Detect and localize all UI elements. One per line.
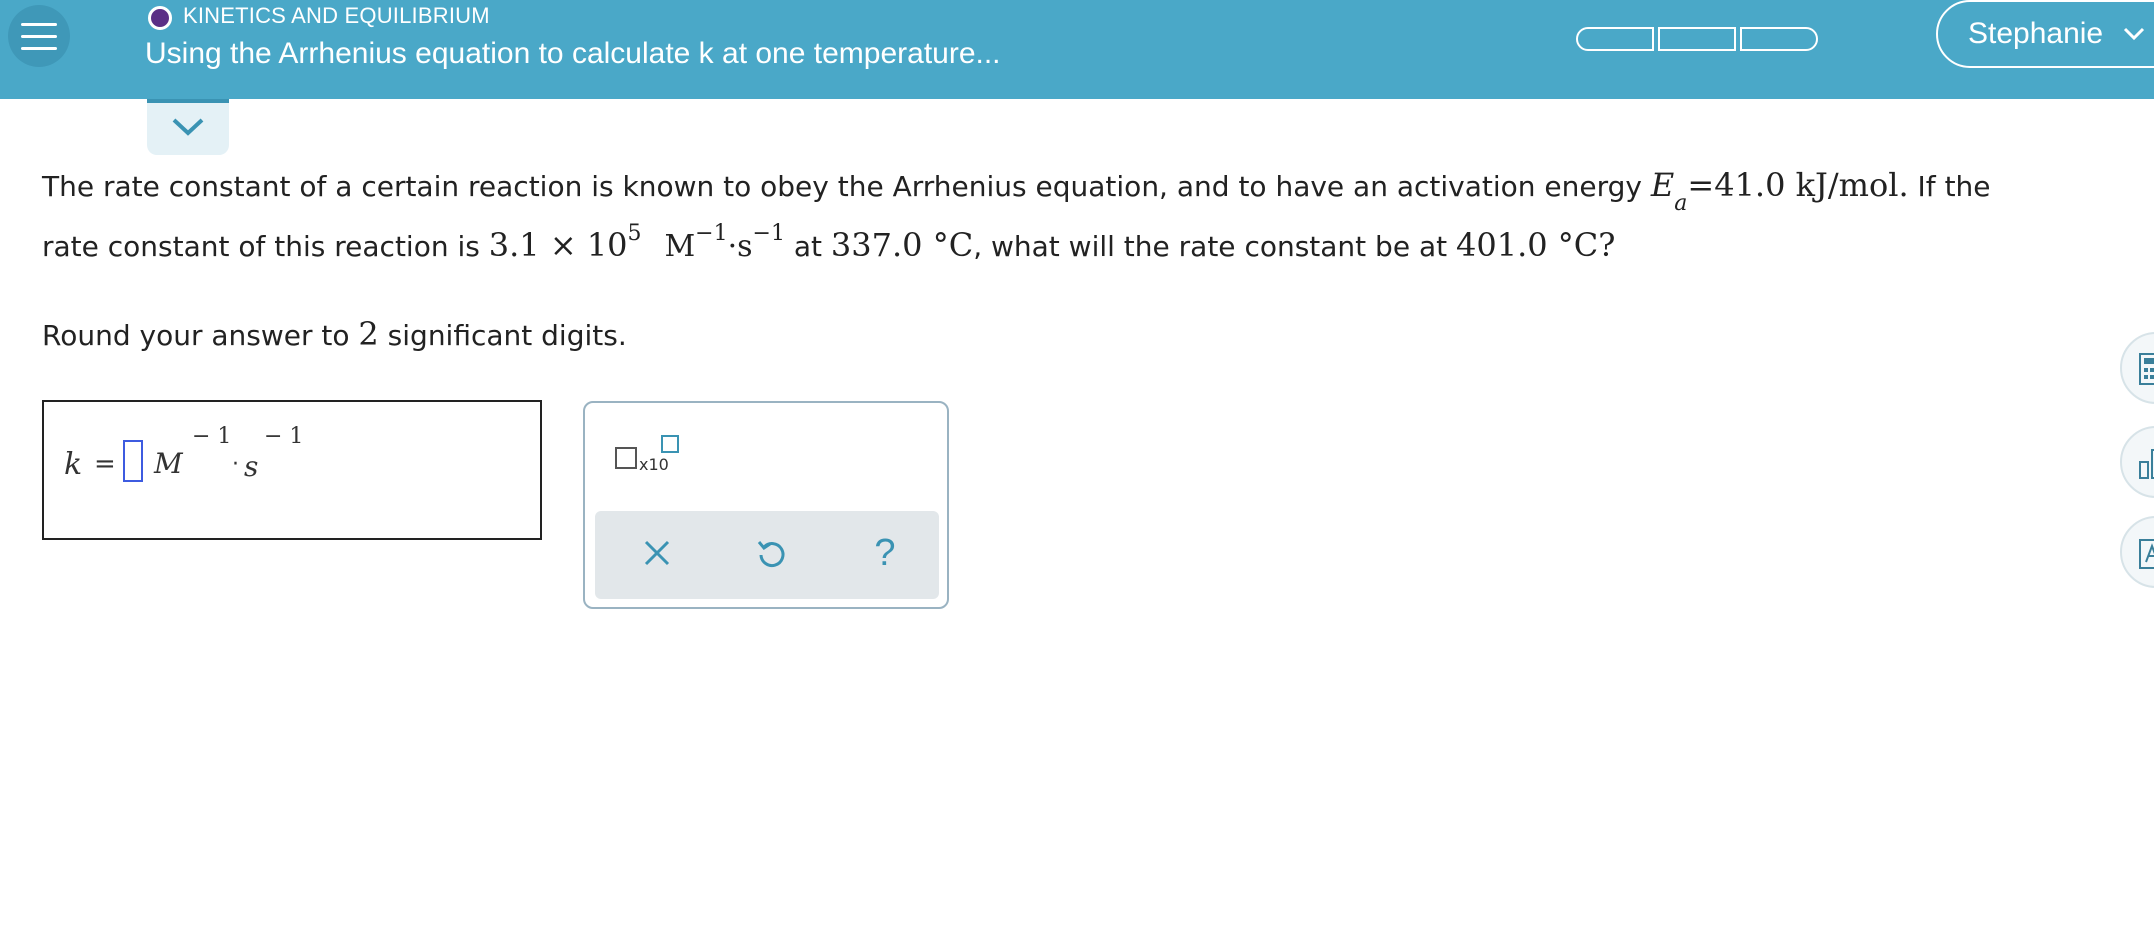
question-text: If the bbox=[1917, 170, 1991, 203]
topic-label: KINETICS AND EQUILIBRIUM bbox=[183, 3, 490, 28]
chevron-down-icon bbox=[2123, 21, 2145, 47]
unit-m-exponent: −1 bbox=[695, 221, 728, 246]
sig-digits-value: 2 bbox=[358, 315, 379, 353]
rounding-instruction: Round your answer to 2 significant digit… bbox=[42, 315, 627, 353]
answer-unit-m-exponent: − 1 bbox=[192, 424, 232, 449]
ea-subscript: a bbox=[1674, 191, 1688, 216]
rate-constant-exponent: 5 bbox=[627, 221, 642, 246]
answer-variable: k bbox=[64, 447, 83, 482]
undo-button[interactable] bbox=[749, 531, 793, 575]
progress-segment bbox=[1740, 27, 1818, 51]
unit-s-exponent: −1 bbox=[752, 221, 785, 246]
temperature-1: 337.0 °C bbox=[830, 226, 974, 264]
ea-symbol: E bbox=[1650, 166, 1675, 204]
answer-input[interactable] bbox=[123, 440, 143, 482]
user-name: Stephanie bbox=[1968, 17, 2104, 50]
answer-unit-m: M bbox=[154, 447, 183, 480]
progress-segment bbox=[1658, 27, 1736, 51]
scientific-notation-button[interactable]: x10 bbox=[615, 435, 685, 485]
question-line-2: rate constant of this reaction is 3.1 × … bbox=[42, 221, 1616, 264]
calculator-button[interactable] bbox=[2120, 332, 2154, 404]
unit-m: M bbox=[664, 229, 696, 264]
mantissa-box-icon bbox=[615, 447, 637, 469]
progress-segment bbox=[1576, 27, 1654, 51]
x10-label: x10 bbox=[639, 455, 669, 474]
help-button[interactable]: ? bbox=[863, 531, 907, 575]
page-title: Using the Arrhenius equation to calculat… bbox=[145, 37, 1001, 70]
periodic-table-icon bbox=[2138, 536, 2154, 576]
question-line-1: The rate constant of a certain reaction … bbox=[42, 166, 1991, 216]
calculator-icon bbox=[2138, 352, 2154, 392]
chart-icon bbox=[2138, 446, 2154, 486]
answer-equals: = bbox=[94, 449, 116, 479]
question-text: at bbox=[793, 230, 823, 263]
answer-unit-s-exponent: − 1 bbox=[264, 424, 304, 449]
user-menu-button[interactable]: Stephanie bbox=[1936, 0, 2154, 68]
math-tools-panel: x10 ? bbox=[583, 401, 949, 609]
close-icon bbox=[644, 540, 670, 566]
unit-s: ·s bbox=[727, 229, 753, 264]
progress-bar bbox=[1576, 27, 1818, 51]
answer-unit-s: s bbox=[244, 450, 259, 483]
topic-status-icon bbox=[148, 6, 172, 30]
undo-icon bbox=[757, 541, 785, 568]
question-text: significant digits. bbox=[387, 319, 627, 352]
question-text: rate constant of this reaction is bbox=[42, 230, 480, 263]
question-text: Round your answer to bbox=[42, 319, 350, 352]
chevron-down-icon bbox=[171, 117, 205, 141]
collapse-toggle[interactable] bbox=[147, 99, 229, 155]
clear-button[interactable] bbox=[635, 531, 679, 575]
answer-toolbar: ? bbox=[595, 511, 939, 599]
menu-line bbox=[21, 22, 57, 26]
top-header: KINETICS AND EQUILIBRIUM Using the Arrhe… bbox=[0, 0, 2154, 99]
ea-value: =41.0 kJ/mol. bbox=[1687, 166, 1909, 204]
answer-box: k = M − 1 · s − 1 bbox=[42, 400, 542, 540]
question-mark: ? bbox=[1598, 226, 1616, 264]
periodic-table-button[interactable] bbox=[2120, 516, 2154, 588]
menu-line bbox=[21, 46, 57, 50]
question-text: , what will the rate constant be at bbox=[973, 230, 1448, 263]
temperature-2: 401.0 °C bbox=[1456, 226, 1599, 264]
question-text: The rate constant of a certain reaction … bbox=[42, 170, 1642, 203]
menu-button[interactable] bbox=[8, 5, 70, 67]
data-chart-button[interactable] bbox=[2120, 426, 2154, 498]
exponent-box-icon bbox=[661, 435, 679, 453]
answer-unit-dot: · bbox=[232, 452, 239, 477]
menu-line bbox=[21, 34, 57, 38]
rate-constant-mantissa: 3.1 × 10 bbox=[488, 226, 628, 264]
